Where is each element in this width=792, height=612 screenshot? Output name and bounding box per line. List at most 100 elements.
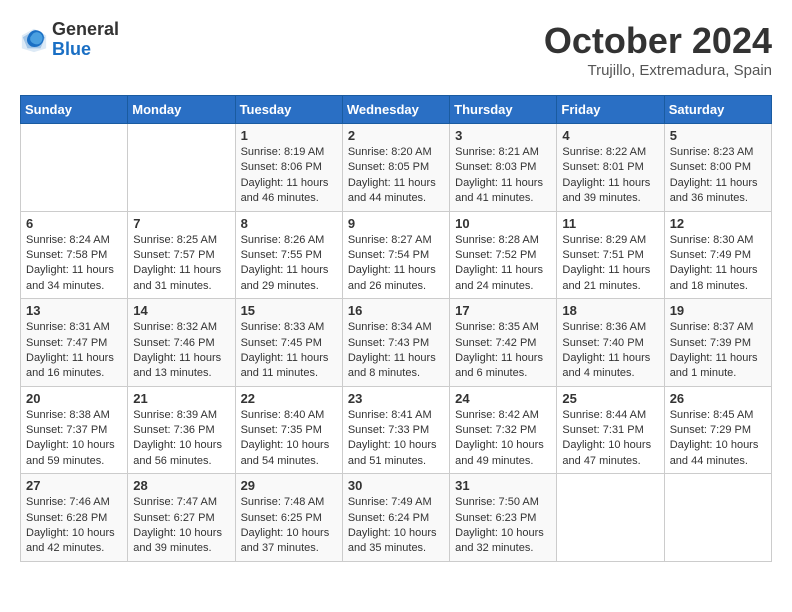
day-cell: 21 Sunrise: 8:39 AMSunset: 7:36 PMDayligh… bbox=[128, 386, 235, 474]
day-number: 18 bbox=[562, 303, 658, 318]
day-info: Sunrise: 8:25 AMSunset: 7:57 PMDaylight:… bbox=[133, 233, 229, 295]
location: Trujillo, Extremadura, Spain bbox=[544, 62, 772, 79]
day-number: 30 bbox=[348, 478, 444, 493]
day-number: 27 bbox=[26, 478, 122, 493]
day-cell: 5 Sunrise: 8:23 AMSunset: 8:00 PMDaylight… bbox=[664, 124, 771, 212]
header-day-thursday: Thursday bbox=[450, 96, 557, 124]
day-info: Sunrise: 8:31 AMSunset: 7:47 PMDaylight:… bbox=[26, 320, 122, 382]
day-number: 16 bbox=[348, 303, 444, 318]
day-cell: 8 Sunrise: 8:26 AMSunset: 7:55 PMDaylight… bbox=[235, 211, 342, 299]
day-number: 8 bbox=[241, 216, 337, 231]
month-title: October 2024 bbox=[544, 20, 772, 62]
day-info: Sunrise: 8:33 AMSunset: 7:45 PMDaylight:… bbox=[241, 320, 337, 382]
day-info: Sunrise: 8:41 AMSunset: 7:33 PMDaylight:… bbox=[348, 408, 444, 470]
header-day-sunday: Sunday bbox=[21, 96, 128, 124]
logo-text: General Blue bbox=[52, 20, 119, 60]
day-number: 10 bbox=[455, 216, 551, 231]
day-number: 2 bbox=[348, 128, 444, 143]
day-number: 6 bbox=[26, 216, 122, 231]
day-info: Sunrise: 8:22 AMSunset: 8:01 PMDaylight:… bbox=[562, 145, 658, 207]
week-row-2: 6Sunrise: 8:24 AMSunset: 7:58 PMDaylight… bbox=[21, 211, 772, 299]
day-info: Sunrise: 8:42 AMSunset: 7:32 PMDaylight:… bbox=[455, 408, 551, 470]
header-day-tuesday: Tuesday bbox=[235, 96, 342, 124]
day-info: Sunrise: 7:46 AMSunset: 6:28 PMDaylight:… bbox=[26, 495, 122, 557]
day-cell: 11 Sunrise: 8:29 AMSunset: 7:51 PMDayligh… bbox=[557, 211, 664, 299]
day-info: Sunrise: 8:32 AMSunset: 7:46 PMDaylight:… bbox=[133, 320, 229, 382]
day-number: 5 bbox=[670, 128, 766, 143]
day-cell: 9Sunrise: 8:27 AMSunset: 7:54 PMDaylight… bbox=[342, 211, 449, 299]
day-number: 11 bbox=[562, 216, 658, 231]
day-cell: 15 Sunrise: 8:33 AMSunset: 7:45 PMDayligh… bbox=[235, 299, 342, 387]
day-info: Sunrise: 8:39 AMSunset: 7:36 PMDaylight:… bbox=[133, 408, 229, 470]
day-cell: 17 Sunrise: 8:35 AMSunset: 7:42 PMDayligh… bbox=[450, 299, 557, 387]
header-day-monday: Monday bbox=[128, 96, 235, 124]
day-info: Sunrise: 7:49 AMSunset: 6:24 PMDaylight:… bbox=[348, 495, 444, 557]
header-day-friday: Friday bbox=[557, 96, 664, 124]
day-cell: 3 Sunrise: 8:21 AMSunset: 8:03 PMDaylight… bbox=[450, 124, 557, 212]
logo: General Blue bbox=[20, 20, 119, 60]
day-info: Sunrise: 8:40 AMSunset: 7:35 PMDaylight:… bbox=[241, 408, 337, 470]
day-cell: 28Sunrise: 7:47 AMSunset: 6:27 PMDayligh… bbox=[128, 474, 235, 562]
title-block: October 2024 Trujillo, Extremadura, Spai… bbox=[544, 20, 772, 79]
day-number: 24 bbox=[455, 391, 551, 406]
day-cell: 14 Sunrise: 8:32 AMSunset: 7:46 PMDayligh… bbox=[128, 299, 235, 387]
day-number: 12 bbox=[670, 216, 766, 231]
day-number: 3 bbox=[455, 128, 551, 143]
week-row-1: 1Sunrise: 8:19 AMSunset: 8:06 PMDaylight… bbox=[21, 124, 772, 212]
day-number: 23 bbox=[348, 391, 444, 406]
day-info: Sunrise: 8:30 AMSunset: 7:49 PMDaylight:… bbox=[670, 233, 766, 295]
day-cell: 26 Sunrise: 8:45 AMSunset: 7:29 PMDayligh… bbox=[664, 386, 771, 474]
day-number: 19 bbox=[670, 303, 766, 318]
day-info: Sunrise: 8:38 AMSunset: 7:37 PMDaylight:… bbox=[26, 408, 122, 470]
day-info: Sunrise: 8:37 AMSunset: 7:39 PMDaylight:… bbox=[670, 320, 766, 382]
day-cell: 1Sunrise: 8:19 AMSunset: 8:06 PMDaylight… bbox=[235, 124, 342, 212]
day-cell: 30 Sunrise: 7:49 AMSunset: 6:24 PMDayligh… bbox=[342, 474, 449, 562]
day-number: 21 bbox=[133, 391, 229, 406]
day-info: Sunrise: 8:29 AMSunset: 7:51 PMDaylight:… bbox=[562, 233, 658, 295]
day-cell: 4Sunrise: 8:22 AMSunset: 8:01 PMDaylight… bbox=[557, 124, 664, 212]
day-number: 7 bbox=[133, 216, 229, 231]
day-number: 9 bbox=[348, 216, 444, 231]
header-row: SundayMondayTuesdayWednesdayThursdayFrid… bbox=[21, 96, 772, 124]
day-number: 28 bbox=[133, 478, 229, 493]
day-cell: 2Sunrise: 8:20 AMSunset: 8:05 PMDaylight… bbox=[342, 124, 449, 212]
day-number: 31 bbox=[455, 478, 551, 493]
logo-general: General bbox=[52, 20, 119, 40]
day-number: 14 bbox=[133, 303, 229, 318]
header-day-saturday: Saturday bbox=[664, 96, 771, 124]
day-number: 1 bbox=[241, 128, 337, 143]
week-row-5: 27 Sunrise: 7:46 AMSunset: 6:28 PMDayligh… bbox=[21, 474, 772, 562]
day-number: 17 bbox=[455, 303, 551, 318]
day-info: Sunrise: 8:23 AMSunset: 8:00 PMDaylight:… bbox=[670, 145, 766, 207]
day-info: Sunrise: 8:45 AMSunset: 7:29 PMDaylight:… bbox=[670, 408, 766, 470]
logo-blue: Blue bbox=[52, 40, 119, 60]
day-cell: 16Sunrise: 8:34 AMSunset: 7:43 PMDayligh… bbox=[342, 299, 449, 387]
day-cell: 13 Sunrise: 8:31 AMSunset: 7:47 PMDayligh… bbox=[21, 299, 128, 387]
day-info: Sunrise: 8:35 AMSunset: 7:42 PMDaylight:… bbox=[455, 320, 551, 382]
day-number: 13 bbox=[26, 303, 122, 318]
day-cell bbox=[557, 474, 664, 562]
day-cell: 23 Sunrise: 8:41 AMSunset: 7:33 PMDayligh… bbox=[342, 386, 449, 474]
header-day-wednesday: Wednesday bbox=[342, 96, 449, 124]
day-info: Sunrise: 8:28 AMSunset: 7:52 PMDaylight:… bbox=[455, 233, 551, 295]
logo-icon bbox=[20, 26, 48, 54]
day-cell: 25 Sunrise: 8:44 AMSunset: 7:31 PMDayligh… bbox=[557, 386, 664, 474]
day-cell: 7 Sunrise: 8:25 AMSunset: 7:57 PMDaylight… bbox=[128, 211, 235, 299]
day-info: Sunrise: 8:21 AMSunset: 8:03 PMDaylight:… bbox=[455, 145, 551, 207]
day-cell: 22Sunrise: 8:40 AMSunset: 7:35 PMDayligh… bbox=[235, 386, 342, 474]
day-number: 25 bbox=[562, 391, 658, 406]
day-number: 29 bbox=[241, 478, 337, 493]
day-cell: 24 Sunrise: 8:42 AMSunset: 7:32 PMDayligh… bbox=[450, 386, 557, 474]
day-cell bbox=[21, 124, 128, 212]
day-info: Sunrise: 7:48 AMSunset: 6:25 PMDaylight:… bbox=[241, 495, 337, 557]
day-info: Sunrise: 8:36 AMSunset: 7:40 PMDaylight:… bbox=[562, 320, 658, 382]
day-info: Sunrise: 8:44 AMSunset: 7:31 PMDaylight:… bbox=[562, 408, 658, 470]
day-cell: 12 Sunrise: 8:30 AMSunset: 7:49 PMDayligh… bbox=[664, 211, 771, 299]
day-cell: 18 Sunrise: 8:36 AMSunset: 7:40 PMDayligh… bbox=[557, 299, 664, 387]
day-cell: 29 Sunrise: 7:48 AMSunset: 6:25 PMDayligh… bbox=[235, 474, 342, 562]
day-info: Sunrise: 8:26 AMSunset: 7:55 PMDaylight:… bbox=[241, 233, 337, 295]
week-row-4: 20Sunrise: 8:38 AMSunset: 7:37 PMDayligh… bbox=[21, 386, 772, 474]
day-cell: 6Sunrise: 8:24 AMSunset: 7:58 PMDaylight… bbox=[21, 211, 128, 299]
day-number: 15 bbox=[241, 303, 337, 318]
day-number: 26 bbox=[670, 391, 766, 406]
